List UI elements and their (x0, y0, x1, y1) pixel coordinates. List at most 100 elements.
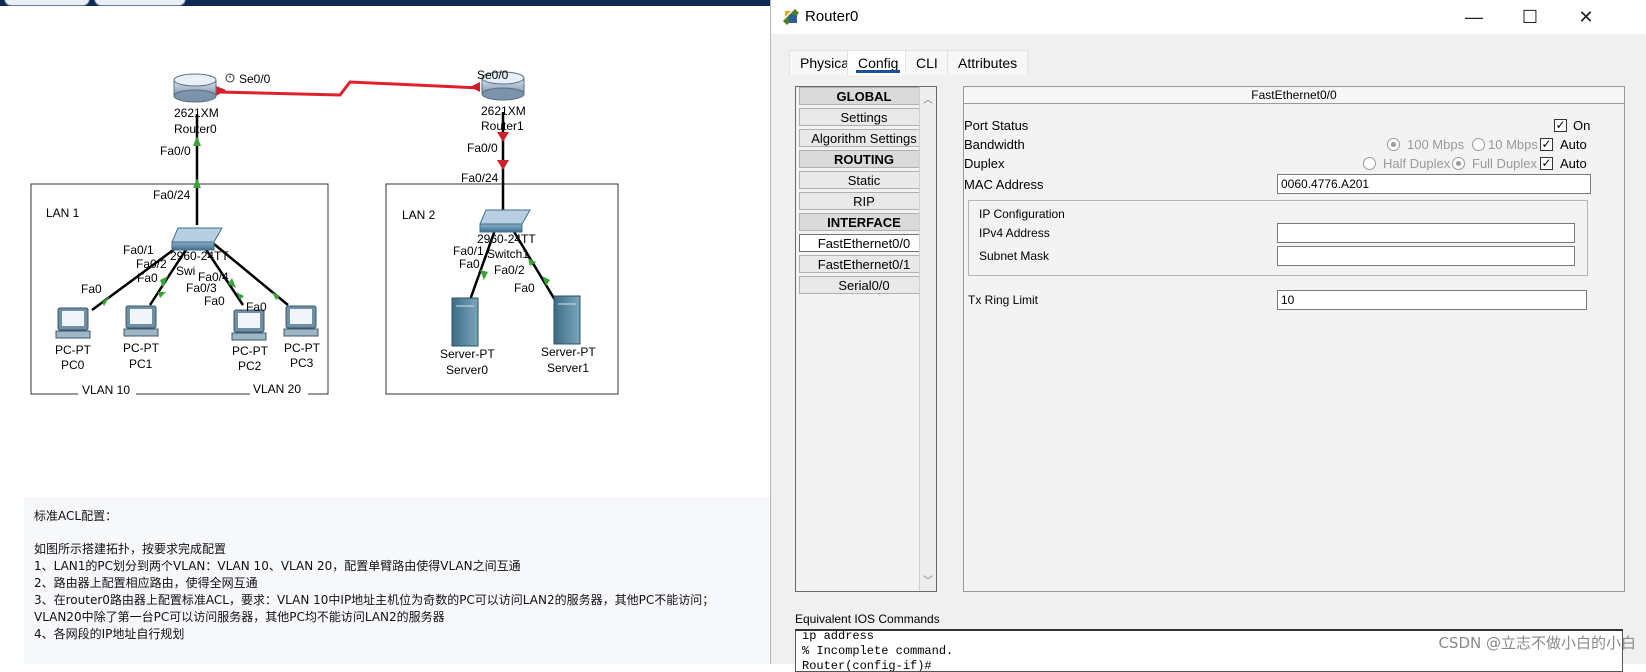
pc2-port-label: Fa0 (204, 294, 225, 308)
tx-ring-limit-input[interactable]: 10 (1277, 290, 1587, 310)
port-status-label: Port Status (964, 118, 1029, 133)
sidebar-header-global[interactable]: GLOBAL (799, 87, 929, 105)
r1-fa-port-label: Fa0/0 (467, 141, 498, 155)
pc3-type-label: PC-PT (284, 341, 321, 355)
pc3[interactable] (283, 305, 319, 337)
pc0-name-label: PC0 (61, 358, 85, 372)
tab-cli[interactable]: CLI (905, 50, 949, 75)
server0[interactable] (451, 297, 479, 347)
switch1[interactable] (479, 209, 531, 233)
sidebar-header-routing[interactable]: ROUTING (799, 150, 929, 168)
ios-commands-label: Equivalent IOS Commands (795, 612, 940, 626)
router0-config-window: Router0 — ☐ ✕ Physical Config CLI Attrib… (770, 0, 1646, 672)
topology-workspace[interactable]: Se0/0 Se0/0 2621XM Router0 2621XM Router… (0, 0, 770, 664)
close-button[interactable]: ✕ (1563, 4, 1609, 30)
switch0-name-label: Swi (176, 264, 195, 278)
bandwidth-label: Bandwidth (964, 137, 1025, 152)
ios-line: Router(config-if)# (802, 659, 932, 672)
server0-port-label: Fa0 (459, 257, 480, 271)
duplex-auto-checkbox[interactable]: ✓ (1540, 157, 1553, 170)
sidebar-item-serial0-0[interactable]: Serial0/0 (799, 276, 929, 294)
duplex-half-radio[interactable] (1363, 157, 1376, 170)
sidebar-item-fastethernet0-0[interactable]: FastEthernet0/0 (799, 234, 929, 252)
ios-line: ip address (802, 629, 875, 643)
pc2-type-label: PC-PT (232, 344, 269, 358)
network-diagram[interactable]: Se0/0 Se0/0 2621XM Router0 2621XM Router… (0, 0, 770, 500)
server1-type-label: Server-PT (541, 345, 596, 359)
pc1-type-label: PC-PT (123, 341, 160, 355)
lan2-label: LAN 2 (402, 208, 436, 222)
port-down-indicator (497, 160, 509, 170)
pc2-name-label: PC2 (238, 359, 262, 373)
server1-name-label: Server1 (547, 361, 589, 375)
switch1-name-label: Switch1 (487, 247, 529, 261)
maximize-button[interactable]: ☐ (1507, 4, 1553, 30)
ipv4-address-input[interactable] (1277, 223, 1575, 243)
scroll-up-icon[interactable]: ︿ (923, 91, 933, 106)
vlan10-label: VLAN 10 (82, 383, 130, 397)
server0-name-label: Server0 (446, 363, 488, 377)
tab-config[interactable]: Config (847, 50, 910, 75)
switch0-model-label: 2960-24TT (170, 249, 229, 263)
pc1-port-label: Fa0 (137, 271, 158, 285)
duplex-label: Duplex (964, 156, 1005, 171)
ip-configuration-group: IP Configuration IPv4 Address Subnet Mas… (968, 200, 1588, 276)
scroll-down-icon[interactable]: ﹀ (923, 572, 933, 587)
port-status-checkbox[interactable]: ✓ (1554, 119, 1567, 132)
pc2[interactable] (231, 309, 267, 341)
sidebar-header-interface[interactable]: INTERFACE (799, 213, 929, 231)
minimize-button[interactable]: — (1451, 4, 1497, 30)
mac-address-field[interactable]: 0060.4776.A201 (1277, 174, 1591, 194)
mac-address-label: MAC Address (964, 177, 1044, 192)
sw0-port1-label: Fa0/1 (123, 243, 154, 257)
port-up-indicator (193, 178, 201, 188)
sidebar-item-static[interactable]: Static (799, 171, 929, 189)
pc0-type-label: PC-PT (55, 343, 92, 357)
r0-serial-port-label: Se0/0 (239, 72, 271, 86)
bandwidth-100-radio[interactable] (1387, 138, 1400, 151)
tab-attributes[interactable]: Attributes (947, 50, 1029, 75)
port-up-indicator (480, 270, 488, 280)
task-notes: 标准ACL配置： 如图所示搭建拓扑，按要求完成配置 1、LAN1的PC划分到两个… (24, 497, 770, 664)
ipv4-address-label: IPv4 Address (979, 226, 1050, 240)
notes-line: 1、LAN1的PC划分到两个VLAN：VLAN 10、VLAN 20，配置单臂路… (34, 559, 521, 573)
pc0-port-label: Fa0 (81, 282, 102, 296)
pc0[interactable] (55, 307, 91, 339)
sw1-uplink-port-label: Fa0/24 (461, 171, 499, 185)
sw0-port2-label: Fa0/2 (136, 257, 167, 271)
bandwidth-100-label: 100 Mbps (1407, 137, 1465, 152)
notes-line: 3、在router0路由器上配置标准ACL，要求：VLAN 10中IP地址主机位… (34, 593, 715, 607)
bandwidth-10-label: 10 Mbps (1488, 137, 1538, 152)
server1[interactable] (553, 295, 581, 345)
router1-name-label: Router1 (481, 119, 524, 133)
duplex-auto-label: Auto (1560, 156, 1587, 171)
window-title: Router0 (805, 8, 859, 25)
sw1-port2-label: Fa0/2 (494, 263, 525, 277)
switch0[interactable] (171, 227, 223, 251)
panel-title: FastEthernet0/0 (964, 87, 1624, 104)
subnet-mask-label: Subnet Mask (979, 249, 1050, 263)
switch1-model-label: 2960-24TT (477, 232, 536, 246)
interface-panel: FastEthernet0/0 Port Status ✓ On Bandwid… (963, 86, 1625, 592)
sidebar-item-rip[interactable]: RIP (799, 192, 929, 210)
duplex-full-radio[interactable] (1452, 157, 1465, 170)
router0[interactable] (173, 73, 217, 103)
sidebar-scrollbar[interactable]: ︿ ﹀ (919, 87, 936, 591)
bandwidth-auto-checkbox[interactable]: ✓ (1540, 138, 1553, 151)
window-titlebar[interactable]: Router0 — ☐ ✕ (771, 0, 1646, 34)
tx-ring-limit-label: Tx Ring Limit (968, 293, 1039, 307)
lan1-label: LAN 1 (46, 206, 80, 220)
pc1[interactable] (123, 305, 159, 337)
sidebar-item-algorithm-settings[interactable]: Algorithm Settings (799, 129, 929, 147)
notes-line: 2、路由器上配置相应路由，使得全网互通 (34, 576, 258, 590)
router0-name-label: Router0 (174, 122, 217, 136)
pc1-name-label: PC1 (129, 357, 153, 371)
subnet-mask-input[interactable] (1277, 246, 1575, 266)
sidebar-item-fastethernet0-1[interactable]: FastEthernet0/1 (799, 255, 929, 273)
sw0-port3-label: Fa0/3 (186, 281, 217, 295)
notes-line: 如图所示搭建拓扑，按要求完成配置 (34, 542, 227, 556)
port-up-indicator (193, 136, 201, 146)
bandwidth-10-radio[interactable] (1472, 138, 1485, 151)
sidebar-item-settings[interactable]: Settings (799, 108, 929, 126)
duplex-half-label: Half Duplex (1383, 156, 1451, 171)
